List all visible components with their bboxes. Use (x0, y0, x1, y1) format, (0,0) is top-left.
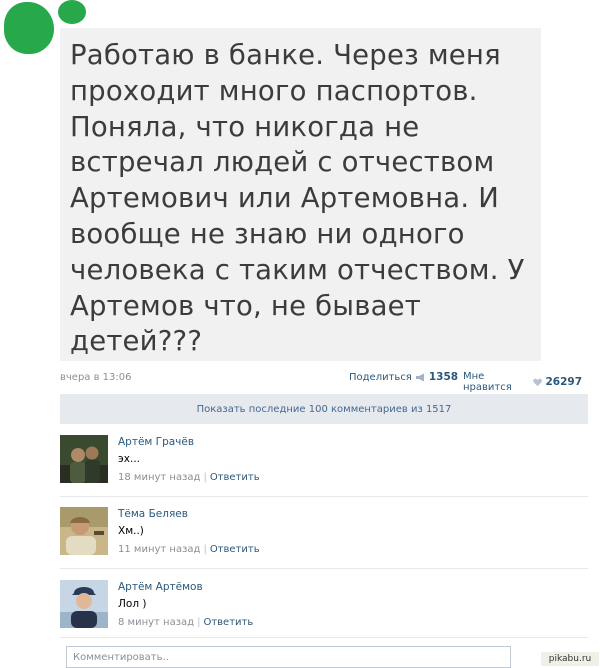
avatar[interactable] (60, 435, 108, 483)
post-meta: вчера в 13:06 Поделиться 1358 Мне нравит… (60, 371, 582, 393)
comment-text: эх... (118, 453, 140, 465)
comment-info: 11 минут назад | Ответить (118, 544, 260, 555)
comment-time[interactable]: 8 минут назад (118, 617, 194, 628)
divider (60, 637, 588, 638)
reply-link[interactable]: Ответить (203, 617, 253, 628)
post-date[interactable]: вчера в 13:06 (60, 372, 132, 383)
comment-info: 8 минут назад | Ответить (118, 617, 254, 628)
share-count: 1358 (428, 371, 459, 383)
post-text: Работаю в банке. Через меня проходит мно… (70, 39, 525, 358)
green-dot-decoration (58, 0, 86, 24)
comment-item: Артём Грачёв эх... 18 минут назад | Ответи… (60, 435, 588, 503)
post-body: Работаю в банке. Через меня проходит мно… (60, 28, 541, 361)
megaphone-icon (415, 373, 424, 381)
like-count: 26297 (545, 376, 582, 388)
like-label: Мне нравится (463, 371, 512, 393)
avatar[interactable] (60, 580, 108, 628)
comment-item: Тёма Беляев Хм..) 11 минут назад | Ответит… (60, 507, 588, 575)
watermark: pikabu.ru (541, 652, 599, 666)
heart-icon (533, 378, 543, 386)
share-button[interactable]: Поделиться 1358 (349, 371, 458, 383)
reply-link[interactable]: Ответить (210, 472, 260, 483)
show-comments-button[interactable]: Показать последние 100 комментариев из 1… (60, 394, 588, 424)
reply-link[interactable]: Ответить (210, 544, 260, 555)
like-button[interactable]: Мне нравится 26297 (463, 371, 582, 393)
comment-time[interactable]: 18 минут назад (118, 472, 200, 483)
comment-author[interactable]: Артём Грачёв (118, 436, 194, 448)
divider (60, 496, 588, 497)
divider (60, 568, 588, 569)
comment-input[interactable]: Комментировать.. (66, 646, 511, 668)
comment-text: Лол ) (118, 598, 147, 610)
comment-info: 18 минут назад | Ответить (118, 472, 260, 483)
share-label: Поделиться (349, 371, 412, 383)
green-blob-decoration (4, 2, 54, 54)
comment-time[interactable]: 11 минут назад (118, 544, 200, 555)
comment-text: Хм..) (118, 525, 144, 537)
avatar[interactable] (60, 507, 108, 555)
comment-author[interactable]: Артём Артёмов (118, 581, 203, 593)
comment-author[interactable]: Тёма Беляев (118, 508, 188, 520)
